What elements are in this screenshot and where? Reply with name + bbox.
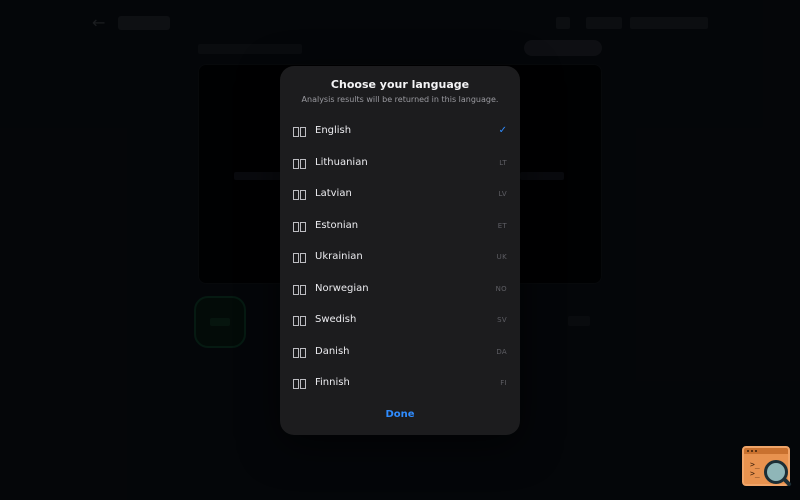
flag-icon (293, 190, 307, 202)
flag-icon (293, 284, 307, 297)
modal-subtitle: Analysis results will be returned in thi… (301, 95, 499, 104)
language-list: English ✓ Lithuanian LT Latvian LV Estonian ET U… (280, 116, 520, 400)
checkmark-icon: ✓ (498, 125, 507, 136)
language-name: Swedish (315, 314, 357, 325)
language-code: DA (496, 347, 507, 356)
language-code: FI (500, 379, 507, 387)
language-code: LT (499, 158, 507, 167)
flag-icon (293, 316, 307, 328)
language-code: LV (498, 190, 507, 198)
language-name: Ukrainian (315, 251, 363, 262)
done-button[interactable]: Done (280, 409, 520, 420)
prompt-icon: >_ >_ (750, 460, 760, 478)
flag-icon (293, 158, 307, 171)
language-option-latvian[interactable]: Latvian LV (280, 179, 520, 211)
language-name: Latvian (315, 188, 352, 199)
language-name: English (315, 125, 352, 136)
modal-title: Choose your language (330, 78, 470, 91)
language-name: Norwegian (315, 282, 369, 294)
widget-dot (747, 450, 749, 452)
flag-icon (293, 347, 307, 360)
widget-dot (751, 450, 753, 452)
language-option-norwegian[interactable]: Norwegian NO (280, 274, 520, 306)
language-code: UK (496, 253, 507, 261)
flag-icon (293, 253, 307, 265)
language-name: Finnish (315, 377, 350, 388)
language-name: Danish (315, 345, 350, 357)
language-option-ukrainian[interactable]: Ukrainian UK (280, 242, 520, 274)
flag-icon (293, 221, 307, 234)
language-code: SV (497, 316, 507, 324)
language-code: ET (497, 221, 507, 230)
language-modal: Choose your language Analysis results wi… (280, 66, 520, 435)
language-option-estonian[interactable]: Estonian ET (280, 211, 520, 243)
widget-titlebar (744, 448, 788, 454)
widget-dot (755, 450, 757, 452)
language-option-danish[interactable]: Danish DA (280, 337, 520, 369)
language-name: Estonian (315, 219, 359, 231)
language-option-english[interactable]: English ✓ (280, 116, 520, 148)
terminal-search-icon[interactable]: >_ >_ (742, 446, 792, 487)
language-option-swedish[interactable]: Swedish SV (280, 305, 520, 337)
language-name: Lithuanian (315, 156, 368, 168)
flag-icon (293, 379, 307, 391)
app-root: ← Choose your language Analysis results … (0, 0, 800, 500)
flag-icon (293, 127, 307, 139)
language-option-finnish[interactable]: Finnish FI (280, 368, 520, 400)
language-code: NO (495, 284, 507, 293)
language-option-lithuanian[interactable]: Lithuanian LT (280, 148, 520, 180)
